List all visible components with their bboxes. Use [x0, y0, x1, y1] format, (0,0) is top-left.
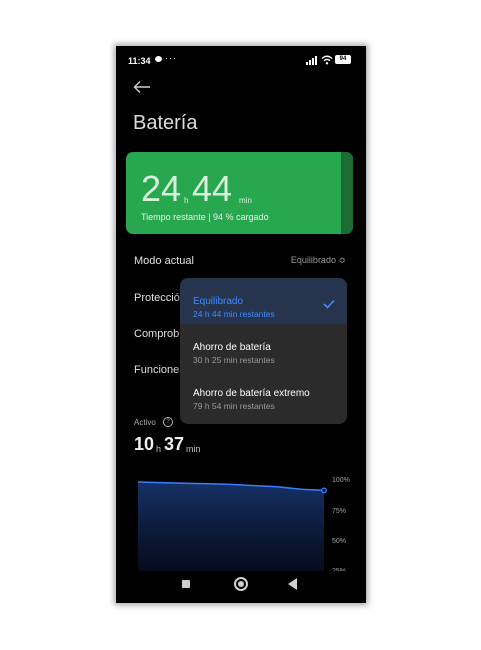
y-tick-100: 100%	[332, 477, 350, 484]
chart-end-point	[321, 487, 327, 494]
chart-area	[138, 482, 324, 571]
active-hours: 10	[134, 434, 155, 454]
home-icon[interactable]	[234, 577, 248, 591]
active-hours-unit: h	[156, 444, 162, 454]
phone-screen: 11:34 ··· 94 Batería 24 h 44 min Tiempo …	[116, 46, 366, 603]
wifi-icon	[321, 55, 333, 65]
mode-option-name: Equilibrado	[193, 296, 244, 307]
mode-option-extreme-saver[interactable]: Ahorro de batería extremo 79 h 54 min re…	[180, 370, 347, 416]
mode-dropdown: Equilibrado 24 h 44 min restantes Ahorro…	[180, 278, 347, 424]
settings-row-functions[interactable]: Funcione	[134, 364, 179, 376]
signal-icon	[306, 56, 317, 65]
active-minutes-unit: min	[186, 444, 201, 454]
battery-subtitle: Tiempo restante | 94 % cargado	[141, 212, 269, 222]
recents-icon[interactable]	[182, 580, 190, 588]
y-tick-50: 50%	[332, 538, 347, 545]
back-icon[interactable]	[288, 578, 297, 590]
status-time: 11:34	[128, 56, 151, 66]
battery-hours-unit: h	[184, 196, 189, 205]
mode-option-battery-saver[interactable]: Ahorro de batería 30 h 25 min restantes	[180, 324, 347, 370]
battery-minutes: 44	[192, 168, 233, 209]
settings-row-current-mode[interactable]: Modo actual	[134, 255, 194, 267]
navigation-bar	[116, 571, 366, 603]
status-bar: 11:34 ··· 94	[116, 46, 366, 76]
mode-option-desc: 30 h 25 min restantes	[193, 355, 275, 365]
battery-status-icon: 94	[335, 55, 351, 64]
info-icon[interactable]: ?	[163, 417, 173, 427]
card-edge	[341, 152, 353, 234]
mode-option-desc: 24 h 44 min restantes	[193, 309, 275, 319]
active-time-label: Activo	[134, 418, 156, 427]
mode-option-name: Ahorro de batería extremo	[193, 388, 310, 399]
mode-option-name: Ahorro de batería	[193, 342, 271, 353]
settings-row-protection[interactable]: Protección	[134, 292, 186, 304]
mode-option-desc: 79 h 54 min restantes	[193, 401, 275, 411]
active-minutes: 37	[164, 434, 185, 454]
battery-hours: 24	[141, 168, 182, 209]
more-notifications-icon: ···	[165, 53, 177, 63]
y-tick-75: 75%	[332, 508, 347, 515]
check-icon	[323, 299, 335, 309]
page-title: Batería	[133, 112, 198, 134]
settings-row-check[interactable]: Comprob	[134, 328, 179, 340]
battery-remaining-card[interactable]: 24 h 44 min Tiempo restante | 94 % carga…	[126, 152, 353, 234]
mode-option-balanced[interactable]: Equilibrado 24 h 44 min restantes	[180, 278, 347, 324]
back-arrow-icon[interactable]	[133, 80, 151, 94]
battery-minutes-unit: min	[239, 196, 252, 205]
chat-notification-icon	[155, 56, 162, 62]
current-mode-value[interactable]: Equilibrado ≎	[291, 255, 346, 266]
battery-level-chart	[137, 481, 327, 571]
